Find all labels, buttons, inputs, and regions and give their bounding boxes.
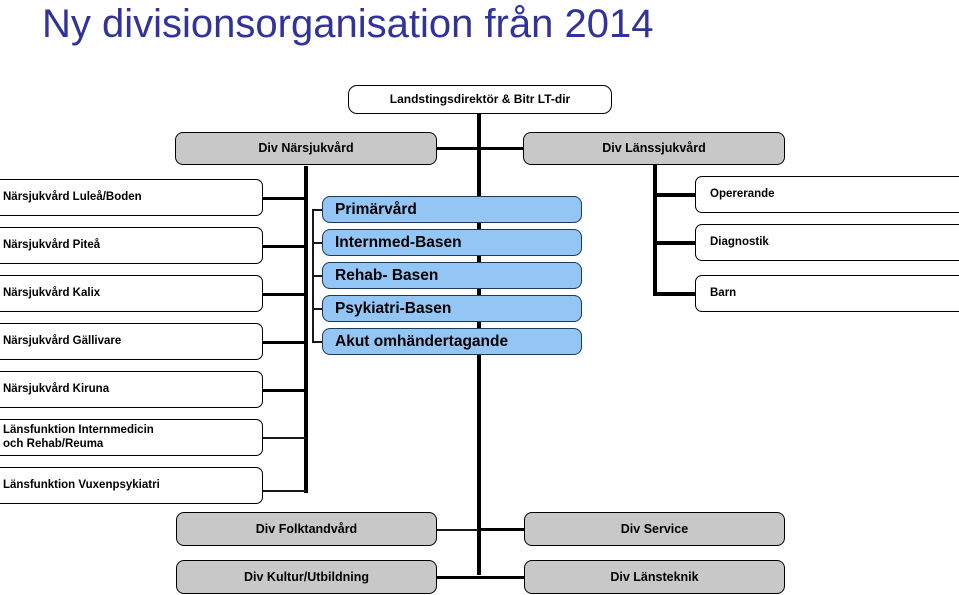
connector-unit-stub <box>262 389 306 392</box>
node-div-lanssjukvard[interactable]: Div Länssjukvård <box>523 132 785 165</box>
node-label: Div Kultur/Utbildning <box>244 569 369 584</box>
connector-lans-unit-stub <box>653 292 697 296</box>
node-div-narsjukvard[interactable]: Div Närsjukvård <box>175 132 437 165</box>
org-chart-canvas: Ny divisionsorganisation från 2014 Lands… <box>0 0 959 595</box>
node-label: Div Länsteknik <box>610 569 699 584</box>
node-label: Primärvård <box>335 200 417 218</box>
node-label: Div Service <box>620 521 689 536</box>
node-label: Opererande <box>710 187 775 200</box>
connector-narsjukvard-trunk <box>304 166 308 493</box>
node-label: Akut omhändertagande <box>335 332 509 350</box>
node-label: Div Länssjukvård <box>602 141 706 156</box>
node-lansfunktion-vuxenpsykiatri[interactable]: Länsfunktion Vuxenpsykiatri <box>0 467 263 504</box>
node-label: Närsjukvård Piteå <box>3 238 101 251</box>
node-label: Länsfunktion Internmedicin och Rehab/Reum… <box>3 424 154 450</box>
connector-lans-unit-stub <box>653 241 697 245</box>
node-diagnostik[interactable]: Diagnostik <box>695 224 959 261</box>
node-label: Internmed-Basen <box>335 233 462 251</box>
node-barn[interactable]: Barn <box>695 275 959 312</box>
node-narsjukvard-gallivare[interactable]: Närsjukvård Gällivare <box>0 323 263 360</box>
node-lansfunktion-internmedicin-rehab-reuma[interactable]: Länsfunktion Internmedicin och Rehab/Reum… <box>0 419 263 456</box>
node-narsjukvard-kalix[interactable]: Närsjukvård Kalix <box>0 275 263 312</box>
node-div-kultur-utbildning[interactable]: Div Kultur/Utbildning <box>176 560 437 594</box>
node-bas-internmed[interactable]: Internmed-Basen <box>322 229 582 256</box>
node-label: Närsjukvård Luleå/Boden <box>3 190 142 203</box>
node-narsjukvard-lulea-boden[interactable]: Närsjukvård Luleå/Boden <box>0 179 263 216</box>
node-opererande[interactable]: Opererande <box>695 176 959 213</box>
node-label: Div Närsjukvård <box>258 141 354 156</box>
node-bas-akut-omhandertagande[interactable]: Akut omhändertagande <box>322 328 582 355</box>
node-label: Barn <box>710 286 737 299</box>
connector-unit-stub <box>262 245 306 248</box>
node-label: Närsjukvård Gällivare <box>3 334 122 347</box>
node-landstingsdirektor[interactable]: Landstingsdirektör & Bitr LT-dir <box>348 85 612 114</box>
connector-unit-stub <box>262 490 306 492</box>
node-label: Närsjukvård Kiruna <box>3 382 110 395</box>
connector-unit-stub <box>262 197 306 200</box>
connector-lanssjukvard-trunk <box>653 163 657 296</box>
connector-bottom-row-2 <box>436 576 526 579</box>
connector-unit-stub <box>262 341 306 344</box>
node-div-folktandvard[interactable]: Div Folktandvård <box>176 512 437 546</box>
page-title: Ny divisionsorganisation från 2014 <box>42 2 654 46</box>
node-label: Landstingsdirektör & Bitr LT-dir <box>389 91 571 106</box>
node-div-service[interactable]: Div Service <box>524 512 785 546</box>
node-label: Rehab- Basen <box>335 266 439 284</box>
node-narsjukvard-pitea[interactable]: Närsjukvård Piteå <box>0 227 263 264</box>
node-bas-psykiatri[interactable]: Psykiatri-Basen <box>322 295 582 322</box>
node-label: Div Folktandvård <box>255 521 358 536</box>
node-narsjukvard-kiruna[interactable]: Närsjukvård Kiruna <box>0 371 263 408</box>
node-div-lansteknik[interactable]: Div Länsteknik <box>524 560 785 594</box>
connector-unit-stub <box>262 437 306 439</box>
connector-bottom-row-1 <box>436 529 480 531</box>
connector-top-divisions <box>436 147 524 150</box>
node-label: Närsjukvård Kalix <box>3 286 101 299</box>
connector-unit-stub <box>262 293 306 296</box>
connector-lans-unit-stub <box>653 193 697 197</box>
node-bas-primarvard[interactable]: Primärvård <box>322 196 582 223</box>
node-label: Diagnostik <box>710 235 769 248</box>
node-bas-rehab[interactable]: Rehab- Basen <box>322 262 582 289</box>
connector-bottom-row-1-right <box>478 528 526 531</box>
node-label: Psykiatri-Basen <box>335 299 452 317</box>
node-label: Länsfunktion Vuxenpsykiatri <box>3 478 160 491</box>
